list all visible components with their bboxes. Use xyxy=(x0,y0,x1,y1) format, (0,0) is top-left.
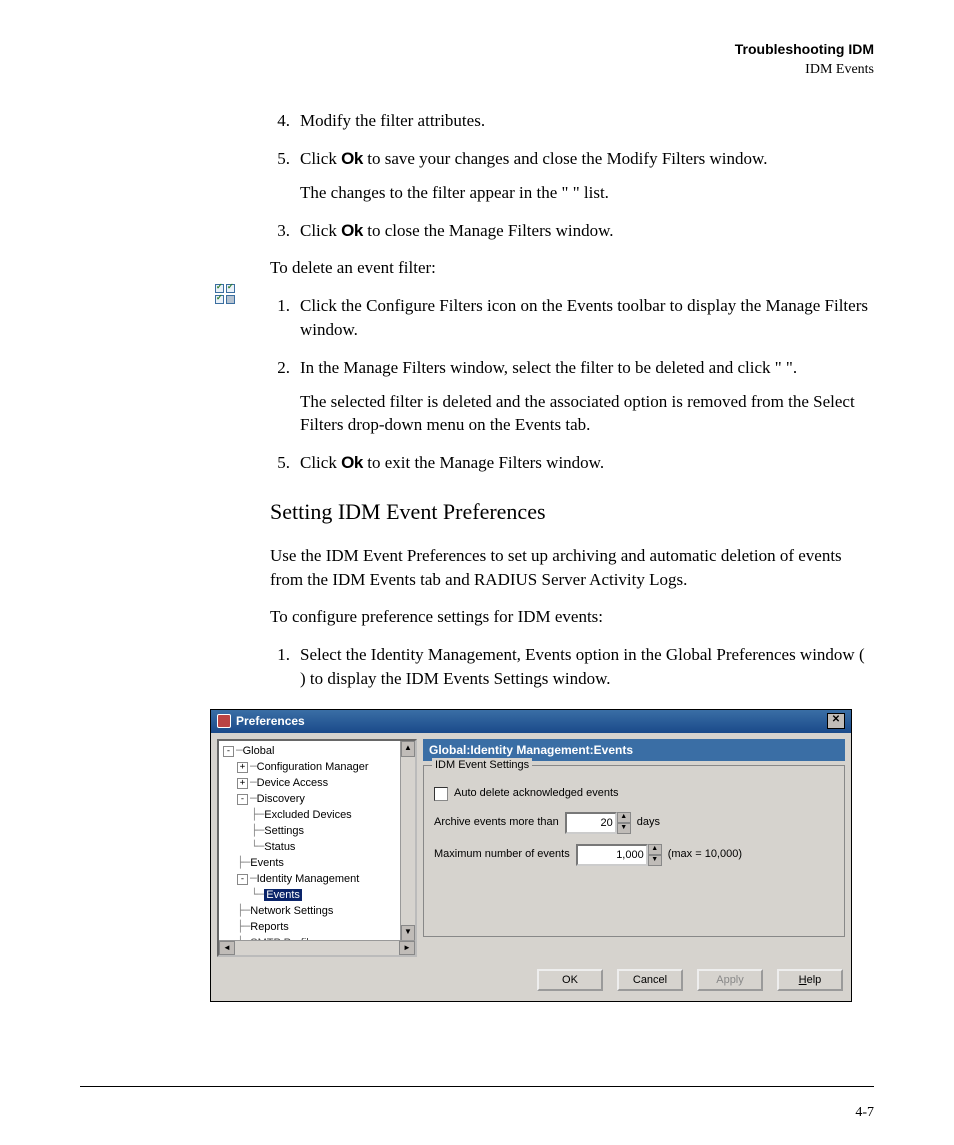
step-subtext: The selected filter is deleted and the a… xyxy=(300,390,874,438)
step-number: 5. xyxy=(270,147,290,205)
scroll-left-icon: ◄ xyxy=(219,941,235,955)
tree-node[interactable]: Reports xyxy=(250,921,289,933)
max-events-input[interactable] xyxy=(576,844,648,866)
footer-divider xyxy=(80,1086,874,1087)
ok-button[interactable]: OK xyxy=(537,969,603,991)
step-text: In the Manage Filters window, select the… xyxy=(300,356,874,437)
preferences-window: Preferences ✕ -─Global +─Configuration M… xyxy=(210,709,852,1002)
delete-step-5: 5. Click Ok to exit the Manage Filters w… xyxy=(270,451,874,475)
titlebar[interactable]: Preferences ✕ xyxy=(211,710,851,733)
max-events-label: Maximum number of events xyxy=(434,847,570,862)
tree-node[interactable]: Identity Management xyxy=(257,873,360,885)
step-text: Click Ok to save your changes and close … xyxy=(300,147,874,205)
step-5: 5. Click Ok to save your changes and clo… xyxy=(270,147,874,205)
tree-node[interactable]: Status xyxy=(264,841,295,853)
help-button[interactable]: Help xyxy=(777,969,843,991)
page-number: 4-7 xyxy=(855,1103,874,1123)
step-number: 1. xyxy=(270,643,290,691)
spin-up-icon: ▲ xyxy=(617,812,631,823)
auto-delete-checkbox[interactable] xyxy=(434,787,448,801)
page-header: Troubleshooting IDM IDM Events xyxy=(80,40,874,79)
delete-intro: To delete an event filter: xyxy=(270,256,874,280)
step-text: Click Ok to exit the Manage Filters wind… xyxy=(300,451,874,475)
tree-node[interactable]: Discovery xyxy=(257,793,305,805)
tree-node-selected[interactable]: Events xyxy=(264,889,302,901)
scroll-down-icon: ▼ xyxy=(401,925,415,941)
tree-node[interactable]: Excluded Devices xyxy=(264,809,351,821)
header-title: Troubleshooting IDM xyxy=(80,40,874,60)
step-number: 4. xyxy=(270,109,290,133)
preferences-tree[interactable]: -─Global +─Configuration Manager +─Devic… xyxy=(217,739,417,957)
tree-node[interactable]: Network Settings xyxy=(250,905,333,917)
step-number: 2. xyxy=(270,356,290,437)
configure-filters-icon: ✓✓✓ xyxy=(215,284,239,308)
pref-step-1: 1. Select the Identity Management, Event… xyxy=(270,643,874,691)
step-subtext: The changes to the filter appear in the … xyxy=(300,181,874,205)
max-events-stepper[interactable]: ▲▼ xyxy=(576,844,662,866)
header-subtitle: IDM Events xyxy=(80,60,874,80)
step-text: Modify the filter attributes. xyxy=(300,109,874,133)
delete-step-2: 2. In the Manage Filters window, select … xyxy=(270,356,874,437)
section-paragraph-1: Use the IDM Event Preferences to set up … xyxy=(270,544,874,592)
section-heading: Setting IDM Event Preferences xyxy=(270,497,874,528)
step-3: 3. Click Ok to close the Manage Filters … xyxy=(270,219,874,243)
groupbox-label: IDM Event Settings xyxy=(432,758,532,773)
spin-down-icon: ▼ xyxy=(648,855,662,866)
step-text: Select the Identity Management, Events o… xyxy=(300,643,874,691)
tree-node[interactable]: Events xyxy=(250,857,284,869)
idm-event-settings-group: IDM Event Settings Auto delete acknowled… xyxy=(423,765,845,937)
close-icon[interactable]: ✕ xyxy=(827,713,845,729)
spin-down-icon: ▼ xyxy=(617,823,631,834)
window-title: Preferences xyxy=(236,713,305,730)
archive-days-input[interactable] xyxy=(565,812,617,834)
tree-node-global[interactable]: Global xyxy=(243,745,275,757)
delete-step-1: 1. Click the Configure Filters icon on t… xyxy=(270,294,874,342)
apply-button[interactable]: Apply xyxy=(697,969,763,991)
archive-days-stepper[interactable]: ▲▼ xyxy=(565,812,631,834)
step-number: 1. xyxy=(270,294,290,342)
archive-days-label: days xyxy=(637,815,660,830)
auto-delete-label: Auto delete acknowledged events xyxy=(454,786,619,801)
step-number: 5. xyxy=(270,451,290,475)
section-paragraph-2: To configure preference settings for IDM… xyxy=(270,605,874,629)
scrollbar-horizontal[interactable]: ◄ ► xyxy=(219,940,415,955)
step-text: Click Ok to close the Manage Filters win… xyxy=(300,219,874,243)
tree-node[interactable]: Settings xyxy=(264,825,304,837)
tree-node[interactable]: Device Access xyxy=(257,777,329,789)
step-4: 4. Modify the filter attributes. xyxy=(270,109,874,133)
scroll-up-icon: ▲ xyxy=(401,741,415,757)
tree-node[interactable]: Configuration Manager xyxy=(257,761,369,773)
scroll-right-icon: ► xyxy=(399,941,415,955)
scrollbar-vertical[interactable]: ▲ ▼ xyxy=(400,741,415,941)
cancel-button[interactable]: Cancel xyxy=(617,969,683,991)
max-events-suffix: (max = 10,000) xyxy=(668,847,742,862)
archive-label: Archive events more than xyxy=(434,815,559,830)
step-number: 3. xyxy=(270,219,290,243)
app-icon xyxy=(217,714,231,728)
spin-up-icon: ▲ xyxy=(648,844,662,855)
step-text: Click the Configure Filters icon on the … xyxy=(300,294,874,342)
